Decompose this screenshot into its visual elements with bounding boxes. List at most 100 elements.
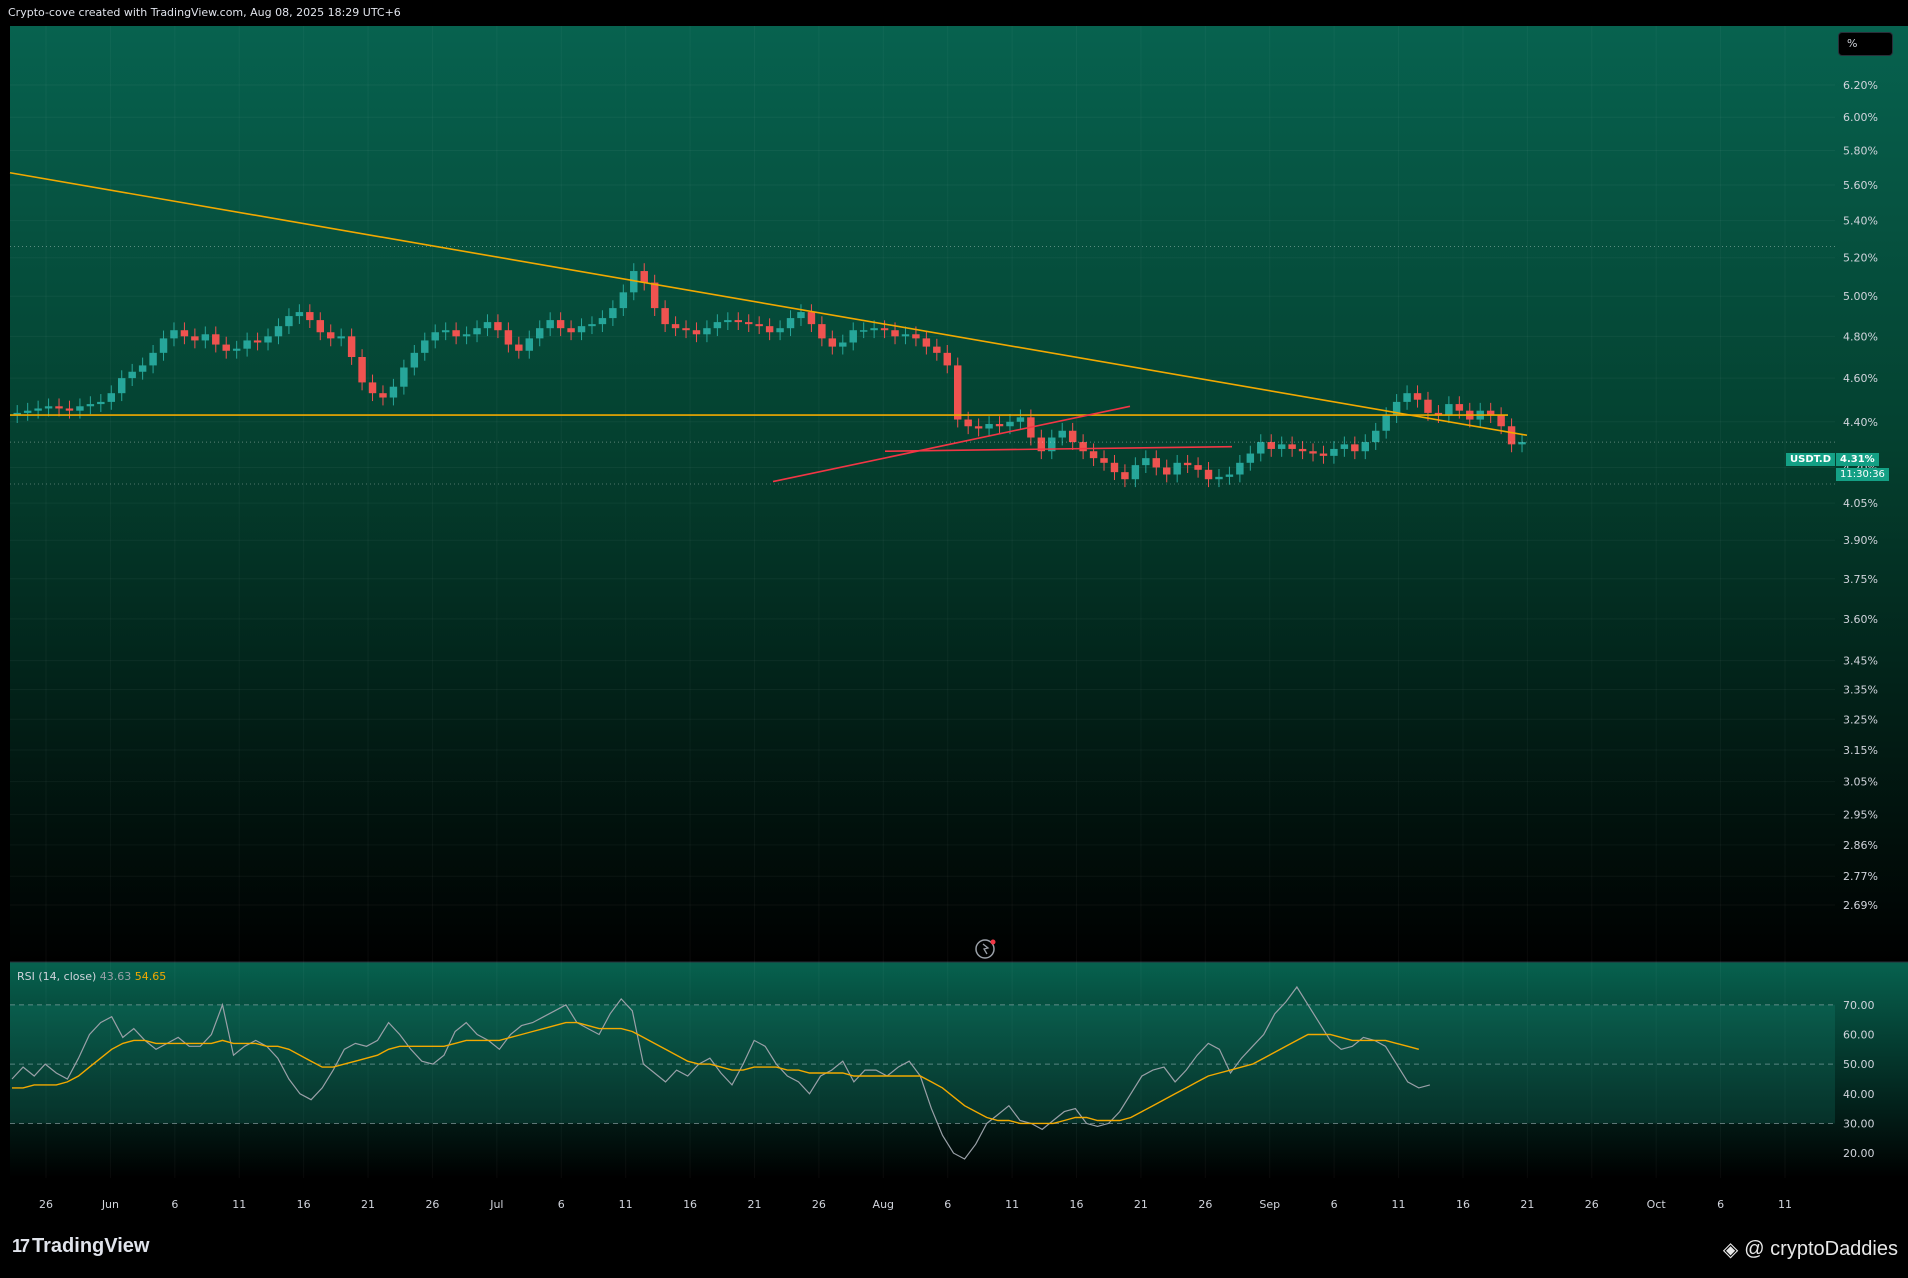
candle-body: [1330, 448, 1338, 456]
candle-body: [1100, 458, 1108, 463]
watermark: ◈ @ cryptoDaddies: [1723, 1237, 1898, 1262]
candle-body: [995, 424, 1004, 427]
candle-body: [1142, 458, 1150, 466]
candle-body: [724, 320, 732, 323]
chart-canvas[interactable]: 6.20% 6.00% 5.80% 5.60% 5.40% 5.20% 5.00% 4.80%…: [0, 0, 1908, 1278]
candle-body: [828, 338, 837, 347]
candle-body: [640, 271, 648, 283]
date-tick-label: 16: [683, 1198, 697, 1211]
tradingview-logo[interactable]: 17 TradingView: [12, 1235, 149, 1258]
candle-body: [619, 292, 628, 309]
candle-body: [901, 334, 910, 337]
candle-body: [1089, 451, 1098, 459]
candle-body: [1277, 444, 1286, 449]
candle-body: [1309, 451, 1317, 454]
price-tick-label: 5.80%: [1843, 144, 1878, 157]
candle-body: [912, 334, 920, 339]
candle-body: [556, 320, 565, 329]
candle-body: [1424, 399, 1432, 413]
rsi-tick-label: 60.00: [1843, 1028, 1875, 1041]
price-tick-label: 4.05%: [1843, 497, 1878, 510]
price-axis-background: [1835, 26, 1908, 962]
candle-body: [1016, 417, 1025, 422]
candle-body: [954, 365, 962, 420]
candle-body: [1403, 393, 1411, 402]
candle-body: [1497, 415, 1505, 427]
candle-body: [452, 330, 460, 337]
candle-body: [1194, 465, 1202, 470]
candle-body: [201, 334, 210, 341]
candle-body: [86, 404, 95, 407]
candle-body: [274, 326, 283, 337]
watermark-text: @ cryptoDaddies: [1744, 1238, 1898, 1260]
candle-body: [650, 282, 659, 309]
candle-body: [515, 344, 523, 351]
candle-body: [734, 320, 742, 323]
candle-body: [128, 371, 136, 379]
candle-body: [504, 330, 513, 345]
date-tick-label: 11: [619, 1198, 633, 1211]
date-tick-label: 6: [171, 1198, 178, 1211]
price-tick-label: 6.20%: [1843, 79, 1878, 92]
date-tick-label: 21: [1520, 1198, 1534, 1211]
candle-body: [985, 424, 993, 429]
date-tick-label: 26: [1585, 1198, 1599, 1211]
date-tick-label: 6: [1331, 1198, 1338, 1211]
rsi-tick-label: 20.00: [1843, 1147, 1875, 1160]
price-tick-label: 3.25%: [1843, 713, 1878, 726]
candle-body: [1288, 444, 1296, 449]
candle-body: [410, 352, 419, 368]
candle-body: [755, 324, 763, 327]
candle-body: [1413, 393, 1422, 400]
rsi-tick-label: 30.00: [1843, 1117, 1875, 1130]
candle-body: [379, 393, 387, 398]
percent-scale-button[interactable]: %: [1838, 32, 1893, 56]
date-tick-label: Sep: [1259, 1198, 1280, 1211]
candle-body: [462, 334, 471, 337]
candle-body: [1204, 469, 1213, 480]
date-tick-label: 26: [39, 1198, 53, 1211]
candle-body: [1173, 462, 1181, 475]
candle-body: [1183, 462, 1192, 466]
price-tick-label: 4.60%: [1843, 372, 1878, 385]
candle-body: [138, 365, 147, 372]
candle-body: [389, 386, 398, 398]
price-tick-label: 2.69%: [1843, 899, 1878, 912]
date-tick-label: 11: [1392, 1198, 1406, 1211]
candle-body: [1236, 462, 1244, 475]
date-tick-label: 16: [297, 1198, 311, 1211]
symbol-tag: USDT.D: [1786, 453, 1836, 466]
candle-body: [1319, 453, 1328, 456]
rsi-band: [10, 1004, 1835, 1124]
candle-body: [974, 426, 983, 429]
candle-body: [1079, 442, 1087, 452]
candle-body: [703, 328, 711, 335]
chart-credit: Crypto-cove created with TradingView.com…: [8, 6, 401, 19]
candle-body: [745, 322, 753, 325]
rsi-tick-label: 70.00: [1843, 999, 1875, 1012]
date-axis: 26 Jun 6 11 16 21 26 Jul 6 11 16 21 26 Aug 6 11 16 21 26 Se…: [39, 1198, 1792, 1211]
date-tick-label: Jul: [489, 1198, 503, 1211]
bar-countdown: 11:30:36: [1836, 468, 1889, 481]
price-tick-label: 3.75%: [1843, 573, 1878, 586]
candle-body: [337, 336, 345, 339]
diamond-icon: ◈: [1722, 1239, 1739, 1261]
price-tick-label: 2.77%: [1843, 870, 1878, 883]
price-tick-label: 5.00%: [1843, 290, 1878, 303]
date-tick-label: 16: [1456, 1198, 1470, 1211]
candle-body: [253, 340, 262, 343]
candle-body: [1110, 462, 1119, 473]
date-tick-label: 26: [812, 1198, 826, 1211]
price-tick-label: 5.20%: [1843, 252, 1878, 265]
candle-body: [692, 330, 701, 335]
candle-body: [818, 324, 826, 339]
candle-body: [776, 328, 784, 333]
candle-body: [1152, 458, 1160, 468]
candle-body: [149, 352, 157, 366]
candle-body: [264, 336, 272, 343]
candle-body: [212, 334, 220, 345]
candle-body: [849, 330, 857, 343]
date-tick-label: 26: [1198, 1198, 1212, 1211]
date-tick-label: Oct: [1647, 1198, 1667, 1211]
candle-body: [922, 338, 931, 347]
